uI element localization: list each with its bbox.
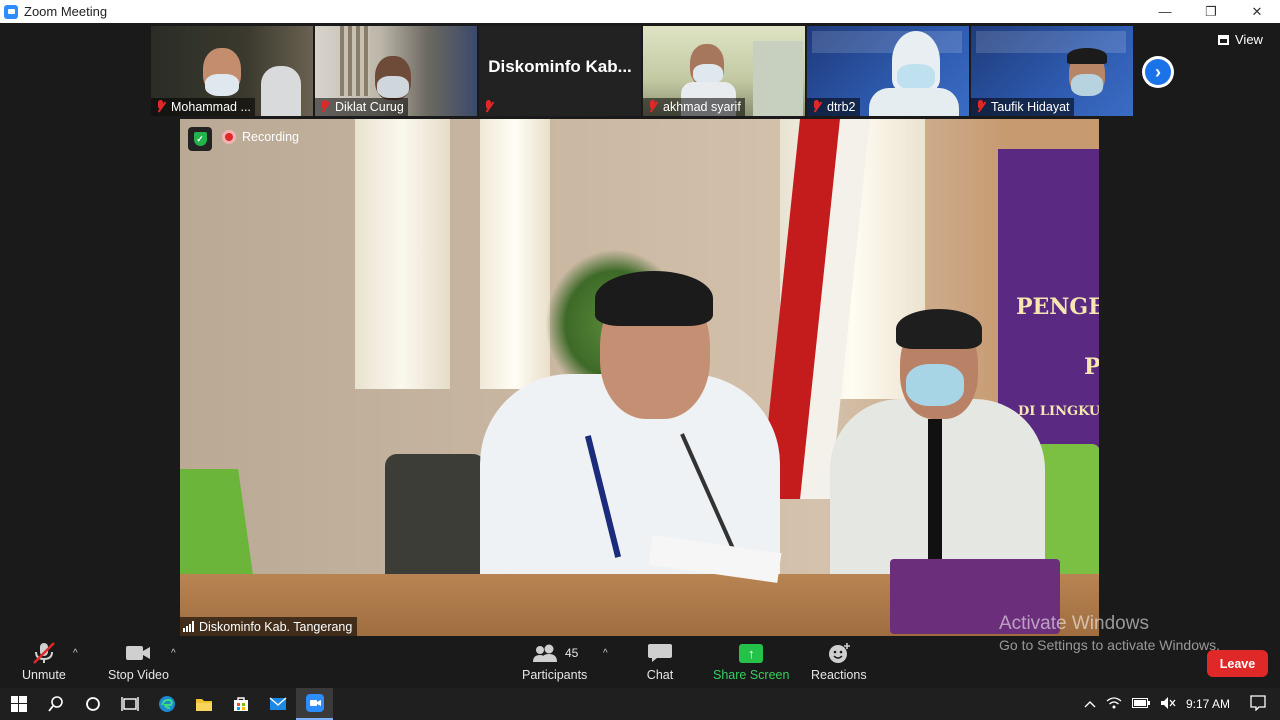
speaker-name-label: Diskominfo Kab. Tangerang bbox=[180, 617, 358, 636]
stop-video-button[interactable]: Stop Video bbox=[108, 642, 169, 682]
encryption-shield-icon[interactable]: ✓ bbox=[188, 127, 212, 151]
cortana-icon[interactable] bbox=[74, 688, 111, 720]
wifi-icon[interactable] bbox=[1106, 696, 1122, 713]
mic-muted-icon bbox=[155, 100, 167, 113]
participant-name-label bbox=[479, 98, 499, 116]
restore-button[interactable]: ❐ bbox=[1188, 0, 1234, 23]
file-explorer-icon[interactable] bbox=[185, 688, 222, 720]
reactions-button[interactable]: Reactions bbox=[811, 642, 867, 682]
clock[interactable]: 9:17 AM bbox=[1186, 697, 1230, 711]
share-screen-button[interactable]: ↑ Share Screen bbox=[713, 642, 789, 682]
notification-center-icon[interactable] bbox=[1250, 694, 1266, 714]
chat-bubble-icon bbox=[648, 644, 672, 662]
search-icon[interactable] bbox=[37, 688, 74, 720]
video-camera-icon bbox=[126, 646, 151, 660]
active-speaker-video: PENGE P DI LINGKU ✓ Recording Diskominfo bbox=[180, 119, 1099, 636]
participant-name-label: Diklat Curug bbox=[315, 98, 408, 116]
mail-icon[interactable] bbox=[259, 688, 296, 720]
zoom-logo-icon bbox=[4, 4, 18, 19]
windows-taskbar: 9:17 AM bbox=[0, 688, 1280, 720]
participant-tile[interactable]: Mohammad ... bbox=[151, 26, 313, 116]
participant-tile[interactable]: dtrb2 bbox=[807, 26, 969, 116]
chat-button[interactable]: Chat bbox=[646, 642, 674, 682]
participant-tile[interactable]: Taufik Hidayat bbox=[971, 26, 1133, 116]
window-controls: — ❐ ✕ bbox=[1142, 0, 1280, 23]
participants-icon bbox=[532, 644, 557, 662]
participant-tile[interactable]: akhmad syarif bbox=[643, 26, 805, 116]
mic-muted-icon bbox=[811, 100, 823, 113]
mic-muted-icon bbox=[33, 642, 55, 664]
store-icon[interactable] bbox=[222, 688, 259, 720]
participant-name-label: dtrb2 bbox=[807, 98, 860, 116]
edge-browser-icon[interactable] bbox=[148, 688, 185, 720]
recording-indicator[interactable]: Recording bbox=[222, 130, 299, 144]
participant-display-name: Diskominfo Kab... bbox=[488, 57, 632, 76]
mic-muted-icon bbox=[319, 100, 331, 113]
window-title: Zoom Meeting bbox=[24, 4, 108, 19]
participant-tile[interactable]: Diskominfo Kab... bbox=[479, 26, 641, 116]
mic-muted-icon bbox=[975, 100, 987, 113]
windows-logo-icon bbox=[10, 696, 27, 712]
gallery-next-button[interactable]: › bbox=[1142, 56, 1174, 88]
meeting-stage: Mohammad ... Diklat Curug Diskominfo Kab… bbox=[0, 23, 1280, 688]
participant-tile[interactable]: Diklat Curug bbox=[315, 26, 477, 116]
start-button[interactable] bbox=[0, 688, 37, 720]
battery-icon[interactable] bbox=[1131, 697, 1150, 711]
smiley-plus-icon bbox=[828, 643, 850, 663]
meeting-toolbar: Unmute ^ Stop Video ^ 45 Participants ^ … bbox=[0, 636, 1280, 688]
title-bar: Zoom Meeting — ❐ ✕ bbox=[0, 0, 1280, 23]
participant-name-label: Taufik Hidayat bbox=[971, 98, 1074, 116]
audio-options-caret[interactable]: ^ bbox=[73, 648, 78, 659]
leave-button[interactable]: Leave bbox=[1207, 650, 1268, 677]
view-button[interactable]: View bbox=[1218, 32, 1263, 47]
participants-count: 45 bbox=[564, 646, 579, 660]
participant-name-label: akhmad syarif bbox=[643, 98, 745, 116]
close-button[interactable]: ✕ bbox=[1234, 0, 1280, 23]
chevron-up-icon[interactable] bbox=[1084, 697, 1096, 711]
unmute-button[interactable]: Unmute bbox=[22, 642, 66, 682]
minimize-button[interactable]: — bbox=[1142, 0, 1188, 23]
volume-muted-icon[interactable] bbox=[1160, 696, 1176, 713]
participants-options-caret[interactable]: ^ bbox=[603, 648, 608, 659]
system-tray: 9:17 AM bbox=[1084, 688, 1280, 720]
recording-dot-icon bbox=[222, 130, 236, 144]
zoom-taskbar-icon[interactable] bbox=[296, 688, 333, 720]
task-view-icon[interactable] bbox=[111, 688, 148, 720]
participant-name-label: Mohammad ... bbox=[151, 98, 255, 116]
video-options-caret[interactable]: ^ bbox=[171, 648, 176, 659]
signal-strength-icon bbox=[183, 621, 194, 632]
mic-muted-icon bbox=[483, 100, 495, 113]
share-arrow-icon: ↑ bbox=[739, 643, 764, 663]
chevron-right-icon: › bbox=[1145, 59, 1171, 85]
grid-view-icon bbox=[1218, 34, 1229, 45]
participants-button[interactable]: 45 Participants bbox=[522, 642, 587, 682]
mic-muted-icon bbox=[647, 100, 659, 113]
gallery-strip: Mohammad ... Diklat Curug Diskominfo Kab… bbox=[151, 26, 1133, 116]
